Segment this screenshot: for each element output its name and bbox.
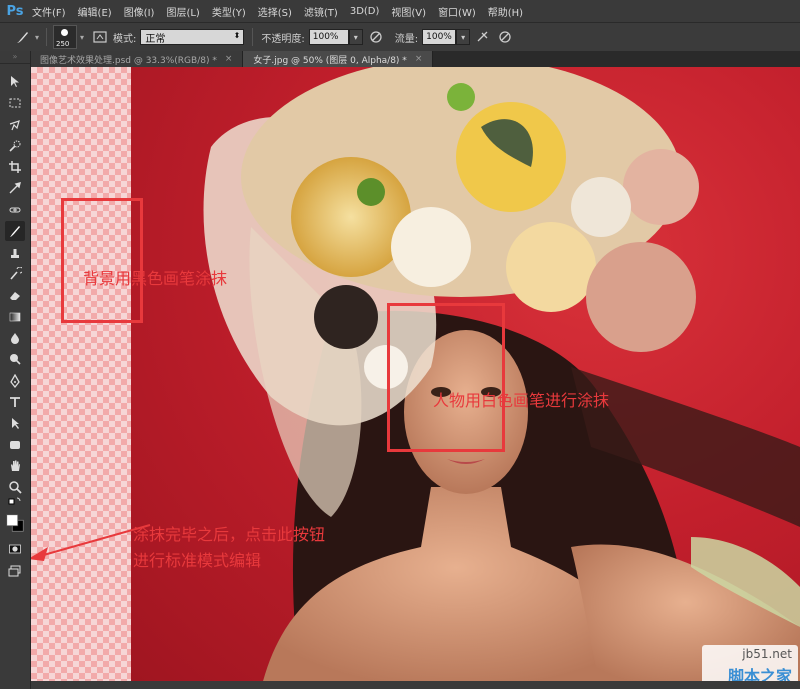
history-brush-icon[interactable] [5, 264, 25, 284]
zoom-icon[interactable] [5, 477, 25, 497]
brush-icon[interactable] [14, 28, 32, 46]
menu-window[interactable]: 窗口(W) [432, 4, 482, 19]
menu-image[interactable]: 图像(I) [118, 4, 161, 19]
close-icon[interactable]: × [225, 54, 233, 64]
menu-help[interactable]: 帮助(H) [482, 4, 529, 19]
tab-jpg-document[interactable]: 女子.jpg @ 50% (图层 0, Alpha/8) * × [243, 51, 434, 67]
blur-icon[interactable] [5, 328, 25, 348]
background-annotation-box [61, 198, 143, 323]
pen-icon[interactable] [5, 371, 25, 391]
chevron-down-icon[interactable]: ▾ [32, 32, 42, 42]
document-tabs: 图像艺术效果处理.psd @ 33.3%(RGB/8) * × 女子.jpg @… [30, 51, 800, 67]
pressure-opacity-icon[interactable] [367, 28, 385, 46]
hand-icon[interactable] [5, 456, 25, 476]
close-icon[interactable]: × [415, 54, 423, 64]
menu-edit[interactable]: 编辑(E) [72, 4, 118, 19]
flow-dropdown[interactable]: ▾ [456, 29, 471, 45]
tab-label: 女子.jpg @ 50% (图层 0, Alpha/8) * [253, 55, 407, 66]
path-select-icon[interactable] [5, 413, 25, 433]
menu-3d[interactable]: 3D(D) [344, 6, 386, 17]
color-swatches[interactable] [3, 511, 27, 535]
background-annotation-text: 背景用黑色画笔涂抹 [83, 269, 228, 288]
brush-panel-toggle-icon[interactable] [91, 28, 109, 46]
opacity-dropdown[interactable]: ▾ [348, 29, 363, 45]
clone-stamp-icon[interactable] [5, 243, 25, 263]
menu-select[interactable]: 选择(S) [252, 4, 298, 19]
mode-value: 正常 [145, 33, 166, 45]
swap-colors-icon[interactable] [5, 497, 25, 509]
status-bar [31, 681, 800, 689]
panel-grip-icon[interactable]: » [0, 51, 30, 64]
move-icon[interactable] [5, 71, 25, 91]
person-annotation-text: 人物用白色画笔进行涂抹 [433, 391, 610, 410]
gradient-icon[interactable] [5, 307, 25, 327]
menu-layer[interactable]: 图层(L) [160, 4, 205, 19]
mode-select[interactable]: 正常 ⬍ [140, 29, 245, 45]
button-annotation-line1: 涂抹完毕之后，点击此按钮 [133, 525, 326, 544]
crop-icon[interactable] [5, 157, 25, 177]
lasso-icon[interactable] [5, 115, 25, 135]
pressure-size-icon[interactable] [496, 28, 514, 46]
options-bar: ▾ 250 ▾ 模式: 正常 ⬍ 不透明度: 100% ▾ 流量: 100% ▾ [0, 22, 800, 52]
face-annotation-box [387, 303, 505, 452]
brush-size-value: 250 [56, 40, 70, 48]
type-icon[interactable] [5, 392, 25, 412]
quick-select-icon[interactable] [5, 136, 25, 156]
flow-input[interactable]: 100% [422, 29, 457, 45]
screen-mode-icon[interactable] [5, 561, 25, 581]
brush-tool-icon[interactable] [5, 221, 25, 241]
menu-bar: Ps 文件(F) 编辑(E) 图像(I) 图层(L) 类型(Y) 选择(S) 滤… [0, 0, 800, 22]
menu-file[interactable]: 文件(F) [26, 4, 72, 19]
brush-preset-picker[interactable]: 250 [53, 25, 77, 49]
opacity-label: 不透明度: [261, 33, 305, 45]
transparent-area [31, 67, 131, 689]
annotation-arrow-icon [31, 524, 151, 561]
eyedropper-icon[interactable] [5, 178, 25, 198]
opacity-input[interactable]: 100% [308, 29, 349, 45]
menu-filter[interactable]: 滤镜(T) [298, 4, 344, 19]
menu-type[interactable]: 类型(Y) [206, 4, 252, 19]
tab-label: 图像艺术效果处理.psd @ 33.3%(RGB/8) * [40, 55, 217, 66]
chevron-down-icon: ⬍ [233, 31, 241, 40]
mode-label: 模式: [113, 33, 137, 45]
chevron-down-icon[interactable]: ▾ [77, 32, 87, 42]
quick-mask-icon[interactable] [5, 539, 25, 559]
flow-label: 流量: [394, 33, 419, 45]
app-logo: Ps [6, 3, 24, 19]
tab-psd-document[interactable]: 图像艺术效果处理.psd @ 33.3%(RGB/8) * × [30, 51, 244, 67]
shape-icon[interactable] [5, 435, 25, 455]
marquee-icon[interactable] [5, 93, 25, 113]
brush-tip-icon [61, 29, 68, 36]
menu-view[interactable]: 视图(V) [385, 4, 432, 19]
watermark-url: jb51.net [742, 647, 792, 661]
tools-panel: » [0, 51, 31, 689]
airbrush-icon[interactable] [474, 28, 492, 46]
dodge-icon[interactable] [5, 349, 25, 369]
document-canvas[interactable]: 背景用黑色画笔涂抹 人物用白色画笔进行涂抹 涂抹完毕之后，点击此按钮 进行标准模… [31, 67, 800, 689]
healing-icon[interactable] [5, 200, 25, 220]
eraser-icon[interactable] [5, 285, 25, 305]
